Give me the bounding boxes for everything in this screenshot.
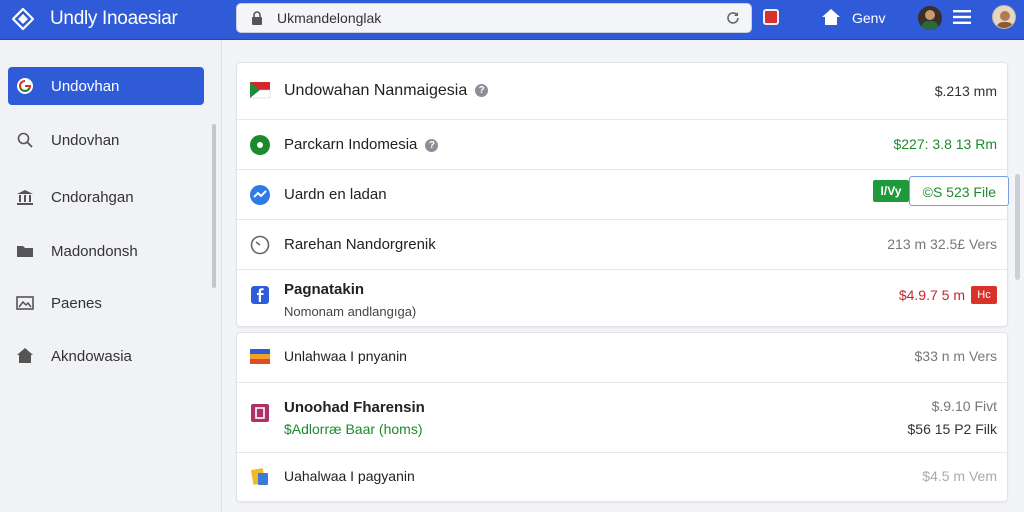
facebook-icon [251, 286, 269, 304]
address-bar[interactable] [236, 3, 752, 33]
alert-badge: Hc [971, 286, 997, 304]
list-item[interactable]: Unoohad Fharensin $Adlorræ Baar (homs) $… [237, 383, 1009, 453]
accounts-card: Undowahan Nanmaigesia? $.213 mm Parckarn… [236, 62, 1009, 328]
sidebar-item-label: Undovhan [51, 132, 120, 149]
avatar[interactable] [918, 6, 942, 30]
sidebar-item-label: Paenes [51, 295, 102, 312]
extension-icon[interactable] [763, 9, 779, 25]
top-bar: Undly Inoaesiar Genv [0, 0, 1024, 40]
list-item[interactable]: Rarehan Nandorgrenik 213 m 32.5£ Vers [237, 220, 1009, 270]
google-icon [17, 78, 33, 94]
row-value: 213 m 32.5£ Vers [887, 236, 997, 252]
sidebar: Undovhan Undovhan Cndorahgan Madondonsh … [0, 40, 222, 512]
person-icon [922, 10, 938, 30]
row-title: Rarehan Nandorgrenik [284, 236, 436, 253]
bank-icon [17, 190, 33, 205]
row-value: $227: 3.8 13 Rm [893, 136, 997, 152]
row-title: Parckarn Indomesia? [284, 136, 439, 153]
folder-icon [17, 246, 33, 257]
status-badge: I/Vy [873, 180, 909, 202]
reload-icon[interactable] [725, 10, 741, 26]
row-value: $4.5 m Vem [922, 468, 997, 484]
row-title: Pagnatakin [284, 281, 365, 298]
sidebar-item-cndorahgan[interactable]: Cndorahgan [8, 178, 204, 216]
list-item[interactable]: Undowahan Nanmaigesia? $.213 mm [237, 63, 1009, 120]
sidebar-item-madondonsh[interactable]: Madondonsh [8, 232, 204, 270]
row-title: Uahalwaa I pagyanin [284, 468, 415, 484]
bookmark-icon [251, 404, 269, 422]
home-icon [17, 348, 33, 363]
flag-icon [249, 82, 271, 99]
flag-stripes-icon [250, 349, 270, 364]
list-item[interactable]: Uahalwaa I pagyanin $4.5 m Vem [237, 453, 1009, 503]
sidebar-item-label: Undovhan [51, 78, 120, 95]
sidebar-item-paenes[interactable]: Paenes [8, 284, 204, 322]
row-title: Uardn en ladan [284, 186, 387, 203]
row-value: $.9.10 Fivt [931, 398, 997, 414]
menu-icon[interactable] [953, 10, 971, 24]
sidebar-item-label: Akndowasia [51, 348, 132, 365]
list-item[interactable]: Pagnatakin Nomonam andlangıga) $4.9.7 5 … [237, 270, 1009, 328]
row-value-secondary: $56 15 P2 Filk [907, 421, 998, 437]
sidebar-scrollbar[interactable] [212, 124, 216, 288]
row-value: $33 n m Vers [914, 348, 998, 364]
toolbar-action-label[interactable]: Genv [852, 10, 885, 26]
profile-avatar[interactable] [992, 5, 1016, 29]
home-icon[interactable] [821, 8, 841, 26]
lock-icon [252, 11, 262, 25]
row-value: $.213 mm [934, 83, 997, 99]
sidebar-item-undovhan-active[interactable]: Undovhan [8, 67, 204, 105]
row-subtitle: $Adlorræ Baar (homs) [284, 421, 423, 437]
app-title: Undly Inoaesiar [50, 8, 178, 29]
sidebar-item-label: Madondonsh [51, 243, 138, 260]
address-input[interactable] [277, 8, 697, 28]
content-scrollbar[interactable] [1015, 174, 1020, 280]
transactions-card: Unlahwaa I pnyanin $33 n m Vers Unoohad … [236, 332, 1009, 503]
list-item[interactable]: Unlahwaa I pnyanin $33 n m Vers [237, 333, 1009, 383]
row-value: $4.9.7 5 m [898, 287, 965, 303]
list-item[interactable]: Parckarn Indomesia? $227: 3.8 13 Rm [237, 120, 1009, 170]
sidebar-item-undovhan[interactable]: Undovhan [8, 121, 204, 159]
row-subtitle: Nomonam andlangıga) [284, 304, 417, 319]
sidebar-item-akndowasia[interactable]: Akndowasia [8, 337, 204, 375]
help-icon[interactable]: ? [425, 138, 439, 152]
help-icon[interactable]: ? [475, 84, 489, 98]
row-title: Unlahwaa I pnyanin [284, 348, 407, 364]
list-item[interactable]: Uardn en ladan I/Vy ©S 523 File [237, 170, 1009, 220]
row-title: Undowahan Nanmaigesia? [284, 82, 489, 100]
person-icon [997, 11, 1013, 28]
green-circle-icon [250, 135, 270, 155]
search-icon [17, 132, 33, 148]
sidebar-item-label: Cndorahgan [51, 189, 134, 206]
image-icon [16, 296, 34, 310]
app-logo-icon[interactable] [12, 8, 34, 30]
file-button[interactable]: ©S 523 File [909, 176, 1009, 206]
gift-icon [251, 468, 268, 485]
file-button-label: ©S 523 File [922, 184, 996, 200]
messenger-icon [250, 185, 270, 205]
clock-icon [250, 235, 270, 255]
row-title: Unoohad Fharensin [284, 399, 425, 416]
